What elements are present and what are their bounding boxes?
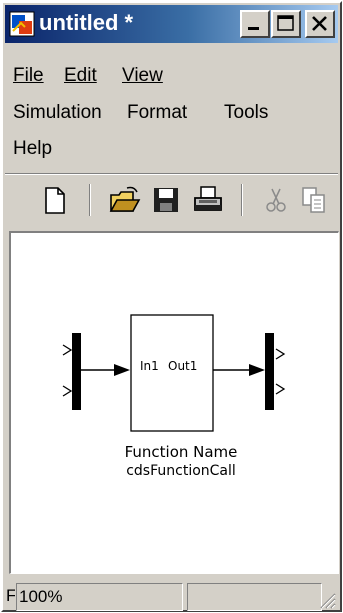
close-button[interactable] [305, 10, 335, 38]
print-icon[interactable] [191, 183, 225, 217]
window-title: untitled * [39, 10, 134, 35]
resize-grip-icon[interactable] [318, 591, 336, 609]
simulink-app-icon [9, 11, 35, 37]
copy-icon[interactable] [297, 183, 331, 217]
save-icon[interactable] [149, 183, 183, 217]
arrow-head-out [249, 364, 265, 376]
function-call-block[interactable] [130, 314, 214, 432]
mux-block[interactable] [62, 333, 81, 410]
status-zoom: 100% [16, 583, 183, 611]
model-window: untitled * File Edit View Simulation For… [1, 1, 342, 612]
status-pane-right [187, 583, 322, 611]
block-output-port-label: Out1 [168, 359, 198, 373]
block-diagram [62, 314, 286, 432]
model-canvas[interactable]: In1 Out1 Function Name cdsFunctionCall [9, 231, 339, 574]
new-icon[interactable] [37, 183, 71, 217]
menu-help[interactable]: Help [13, 134, 52, 164]
menu-tools[interactable]: Tools [224, 98, 268, 128]
toolbar-separator [241, 184, 243, 216]
menu-format[interactable]: Format [127, 98, 187, 128]
status-pane-left: F [6, 586, 15, 605]
arrow-head-in [114, 364, 130, 376]
open-icon[interactable] [107, 183, 141, 217]
menu-file[interactable]: File [13, 61, 44, 91]
menu-view[interactable]: View [122, 61, 163, 91]
menu-edit[interactable]: Edit [64, 61, 97, 91]
close-icon [312, 16, 327, 31]
maximize-button[interactable] [271, 10, 301, 38]
minimize-button[interactable] [240, 10, 270, 38]
toolbar-separator-top [5, 173, 338, 175]
block-name-label[interactable]: Function Name [81, 443, 281, 461]
block-function-label: cdsFunctionCall [126, 463, 236, 479]
demux-block[interactable] [265, 333, 286, 410]
toolbar-separator [89, 184, 91, 216]
maximize-icon [277, 15, 294, 31]
minimize-icon [248, 27, 259, 30]
title-bar[interactable]: untitled * [5, 5, 338, 43]
block-input-port-label: In1 [140, 359, 159, 373]
cut-icon[interactable] [259, 183, 293, 217]
status-bar: F 100% [5, 581, 338, 611]
menu-simulation[interactable]: Simulation [13, 98, 102, 128]
